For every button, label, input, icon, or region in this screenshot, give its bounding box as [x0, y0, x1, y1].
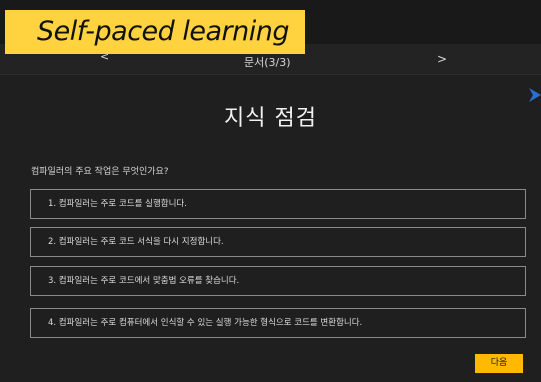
- self-paced-learning-badge: Self-paced learning: [5, 10, 305, 54]
- page-title: 지식 점검: [224, 106, 317, 131]
- answer-option-3[interactable]: 3. 컴파일러는 주로 코드에서 맞춤법 오류를 찾습니다.: [30, 266, 526, 296]
- answer-option-2[interactable]: 2. 컴파일러는 주로 코드 서식을 다시 지정합니다.: [30, 227, 526, 257]
- quiz-page: < 문서(3/3) > Self-paced learning 지식 점검 컴파…: [0, 0, 541, 382]
- question-text: 컴파일러의 주요 작업은 무엇인가요?: [31, 167, 169, 177]
- progress-indicator: 문서(3/3): [244, 56, 291, 69]
- next-button[interactable]: 다음: [475, 354, 523, 373]
- answer-option-1[interactable]: 1. 컴파일러는 주로 코드를 실행합니다.: [30, 189, 526, 219]
- next-nav-button[interactable]: >: [437, 52, 447, 66]
- answer-option-4[interactable]: 4. 컴파일러는 주로 컴퓨터에서 인식할 수 있는 실행 가능한 형식으로 코…: [30, 308, 526, 338]
